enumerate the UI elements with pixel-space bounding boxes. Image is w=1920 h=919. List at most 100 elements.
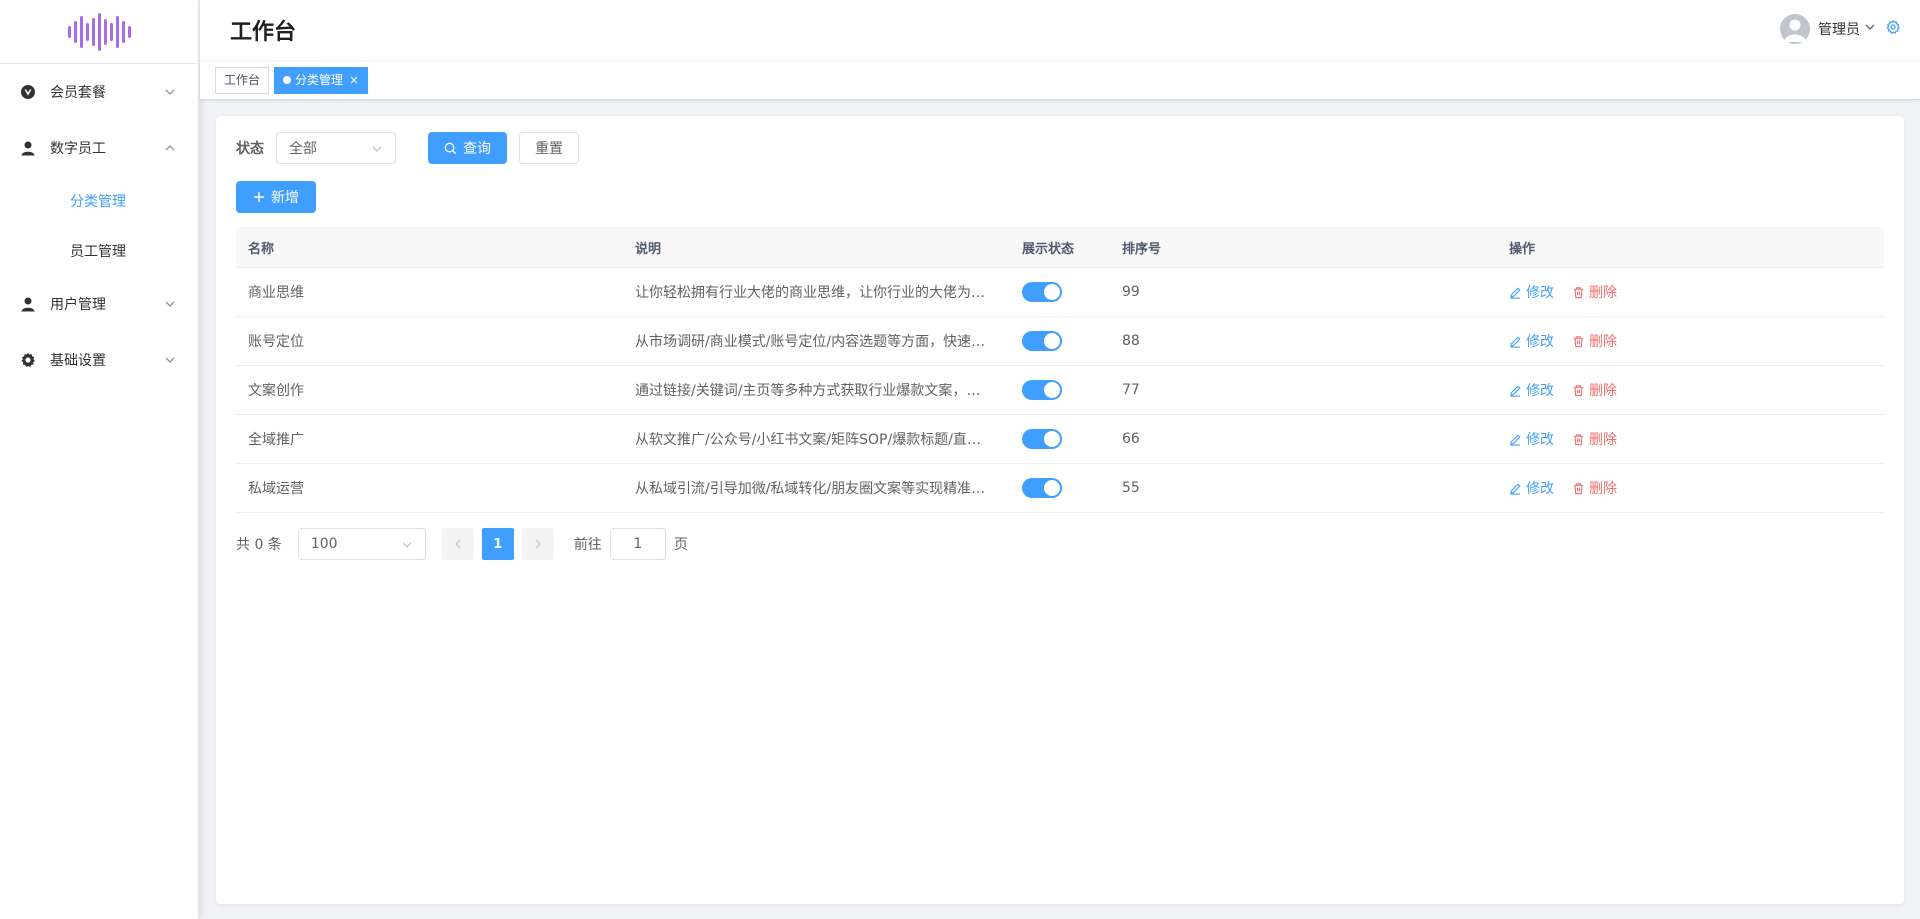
delete-button[interactable]: 删除 bbox=[1572, 331, 1617, 351]
gear-icon bbox=[20, 352, 36, 368]
status-filter-label: 状态 bbox=[236, 141, 264, 157]
column-header-sort: 排序号 bbox=[1122, 241, 1162, 257]
chevron-down-icon bbox=[371, 143, 383, 159]
active-dot-icon bbox=[283, 76, 292, 84]
top-header: 工作台 管理员 bbox=[200, 0, 1920, 61]
table-row: 商业思维 让你轻松拥有行业大佬的商业思维，让你行业的大佬为… 99 修改 删除 bbox=[236, 268, 1884, 317]
reset-button-label: 重置 bbox=[535, 141, 563, 157]
display-status-switch[interactable] bbox=[1022, 380, 1062, 400]
search-icon bbox=[444, 142, 457, 155]
switch-knob bbox=[1044, 333, 1060, 349]
user-menu[interactable]: 管理员 bbox=[1780, 14, 1901, 44]
settings-icon[interactable] bbox=[1886, 19, 1901, 38]
page-size-select[interactable]: 100 bbox=[297, 528, 426, 560]
sidebar-item-users[interactable]: 用户管理 bbox=[0, 276, 198, 332]
switch-knob bbox=[1044, 480, 1060, 496]
search-button[interactable]: 查询 bbox=[428, 132, 507, 164]
sidebar-item-settings[interactable]: 基础设置 bbox=[0, 332, 198, 388]
logo[interactable] bbox=[0, 0, 198, 64]
vuejs-icon bbox=[20, 84, 36, 100]
cell-sort: 66 bbox=[1122, 431, 1140, 447]
edit-icon bbox=[1509, 286, 1522, 299]
search-form: 状态 全部 查询 重置 bbox=[236, 132, 579, 164]
edit-label: 修改 bbox=[1526, 334, 1554, 350]
delete-button[interactable]: 删除 bbox=[1572, 380, 1617, 400]
sidebar-item-membership[interactable]: 会员套餐 bbox=[0, 64, 198, 120]
cell-description: 通过链接/关键词/主页等多种方式获取行业爆款文案，并… bbox=[635, 383, 995, 399]
cell-display-status bbox=[1010, 380, 1110, 400]
tag-workbench[interactable]: 工作台 bbox=[215, 66, 270, 94]
delete-label: 删除 bbox=[1589, 285, 1617, 301]
delete-button[interactable]: 删除 bbox=[1572, 282, 1617, 302]
pagination: 共 0 条 100 1 前往 页 bbox=[236, 528, 688, 560]
switch-knob bbox=[1044, 431, 1060, 447]
user-name[interactable]: 管理员 bbox=[1818, 19, 1860, 39]
status-select[interactable]: 全部 bbox=[276, 132, 396, 164]
chevron-down-icon[interactable] bbox=[1864, 21, 1876, 37]
edit-button[interactable]: 修改 bbox=[1509, 380, 1554, 400]
cell-description: 让你轻松拥有行业大佬的商业思维，让你行业的大佬为… bbox=[635, 285, 985, 301]
sidebar-item-label: 数字员工 bbox=[50, 141, 106, 157]
sidebar: 会员套餐 数字员工 分类管理 员工管理 用户管理 基础设置 bbox=[0, 0, 199, 919]
cell-display-status bbox=[1010, 282, 1110, 302]
sidebar-item-digital-staff[interactable]: 数字员工 bbox=[0, 120, 198, 176]
cell-description: 从软文推广/公众号/小红书文案/矩阵SOP/爆款标题/直播… bbox=[635, 432, 995, 448]
avatar[interactable] bbox=[1780, 14, 1810, 44]
next-page-button[interactable] bbox=[521, 528, 554, 560]
content-card: 状态 全部 查询 重置 新增 名称 说明 展示状态 排序号 操作 商业思维 让你… bbox=[216, 116, 1904, 904]
cell-actions: 修改 删除 bbox=[1497, 331, 1884, 351]
soundwave-logo-icon bbox=[68, 12, 131, 51]
status-select-value: 全部 bbox=[289, 141, 317, 157]
edit-button[interactable]: 修改 bbox=[1509, 282, 1554, 302]
display-status-switch[interactable] bbox=[1022, 331, 1062, 351]
edit-button[interactable]: 修改 bbox=[1509, 429, 1554, 449]
cell-actions: 修改 删除 bbox=[1497, 282, 1884, 302]
delete-button[interactable]: 删除 bbox=[1572, 478, 1617, 498]
tag-category-management[interactable]: 分类管理 × bbox=[274, 66, 369, 94]
cell-actions: 修改 删除 bbox=[1497, 429, 1884, 449]
sidebar-item-label: 用户管理 bbox=[50, 297, 106, 313]
cell-description: 从市场调研/商业模式/账号定位/内容选题等方面，快速… bbox=[635, 334, 986, 350]
edit-label: 修改 bbox=[1526, 285, 1554, 301]
trash-icon bbox=[1572, 482, 1585, 495]
cell-display-status bbox=[1010, 478, 1110, 498]
sidebar-subitem-staff[interactable]: 员工管理 bbox=[0, 226, 198, 276]
chevron-down-icon bbox=[164, 298, 176, 314]
cell-name: 账号定位 bbox=[248, 334, 304, 350]
edit-icon bbox=[1509, 384, 1522, 397]
tag-label: 分类管理 bbox=[295, 72, 344, 87]
display-status-switch[interactable] bbox=[1022, 429, 1062, 449]
delete-label: 删除 bbox=[1589, 432, 1617, 448]
add-button-label: 新增 bbox=[271, 190, 299, 206]
edit-button[interactable]: 修改 bbox=[1509, 331, 1554, 351]
page-number-current[interactable]: 1 bbox=[481, 528, 514, 560]
sidebar-subitem-category[interactable]: 分类管理 bbox=[0, 176, 198, 226]
page-size-value: 100 bbox=[310, 536, 338, 552]
chevron-down-icon bbox=[164, 86, 176, 102]
user-icon bbox=[20, 140, 36, 156]
tags-view: 工作台 分类管理 × bbox=[200, 61, 1920, 100]
cell-name: 全域推广 bbox=[248, 432, 304, 448]
chevron-left-icon bbox=[454, 539, 461, 549]
cell-actions: 修改 删除 bbox=[1497, 478, 1884, 498]
table-body: 商业思维 让你轻松拥有行业大佬的商业思维，让你行业的大佬为… 99 修改 删除 … bbox=[236, 268, 1884, 513]
trash-icon bbox=[1572, 433, 1585, 446]
delete-label: 删除 bbox=[1589, 334, 1617, 350]
trash-icon bbox=[1572, 335, 1585, 348]
edit-button[interactable]: 修改 bbox=[1509, 478, 1554, 498]
cell-sort: 55 bbox=[1122, 480, 1140, 496]
delete-button[interactable]: 删除 bbox=[1572, 429, 1617, 449]
jump-page-input[interactable] bbox=[609, 528, 666, 560]
cell-name: 商业思维 bbox=[248, 285, 304, 301]
chevron-up-icon bbox=[164, 142, 176, 158]
table-row: 账号定位 从市场调研/商业模式/账号定位/内容选题等方面，快速… 88 修改 删… bbox=[236, 317, 1884, 366]
display-status-switch[interactable] bbox=[1022, 282, 1062, 302]
trash-icon bbox=[1572, 286, 1585, 299]
reset-button[interactable]: 重置 bbox=[519, 132, 579, 164]
close-icon[interactable]: × bbox=[349, 74, 359, 86]
prev-page-button[interactable] bbox=[441, 528, 474, 560]
display-status-switch[interactable] bbox=[1022, 478, 1062, 498]
add-button[interactable]: 新增 bbox=[236, 181, 316, 213]
cell-actions: 修改 删除 bbox=[1497, 380, 1884, 400]
cell-description: 从私域引流/引导加微/私域转化/朋友圈文案等实现精准… bbox=[635, 481, 986, 497]
